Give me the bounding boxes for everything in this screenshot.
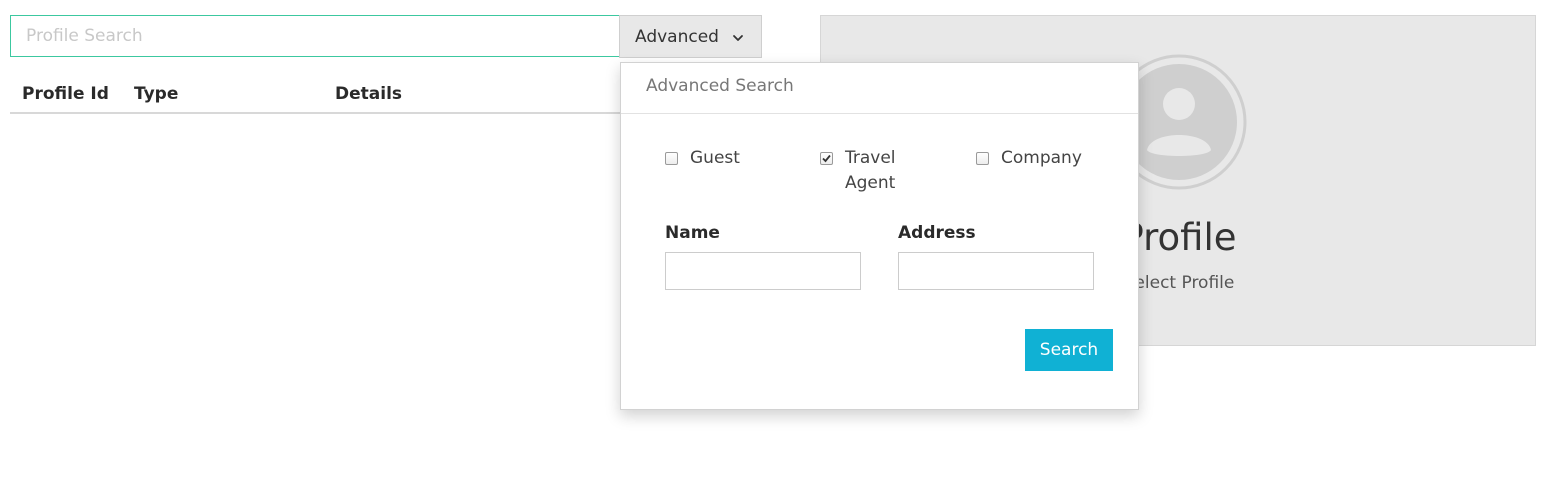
chevron-down-icon xyxy=(731,30,745,44)
name-input[interactable] xyxy=(665,252,861,290)
checkmark-icon xyxy=(822,154,831,163)
travel-agent-checkbox[interactable] xyxy=(820,152,833,165)
advanced-search-title: Advanced Search xyxy=(621,63,1138,114)
column-header-profile-id[interactable]: Profile Id xyxy=(22,84,109,104)
guest-checkbox[interactable] xyxy=(665,152,678,165)
guest-label: Guest xyxy=(690,148,740,168)
profile-search-input[interactable] xyxy=(10,15,620,57)
travel-agent-label: Travel Agent xyxy=(845,148,896,193)
filter-travel-agent[interactable]: Travel Agent xyxy=(820,148,915,196)
profile-search-page: Advanced Profile Id Type Details Profile… xyxy=(0,0,1551,479)
advanced-button[interactable]: Advanced xyxy=(619,15,762,58)
column-header-details[interactable]: Details xyxy=(335,84,402,104)
address-input[interactable] xyxy=(898,252,1094,290)
results-table-header: Profile Id Type Details xyxy=(10,80,620,114)
advanced-button-label: Advanced xyxy=(635,26,719,47)
column-header-type[interactable]: Type xyxy=(134,84,178,104)
filter-guest[interactable]: Guest xyxy=(665,148,740,171)
company-checkbox[interactable] xyxy=(976,152,989,165)
filter-company[interactable]: Company xyxy=(976,148,1082,171)
search-button[interactable]: Search xyxy=(1025,329,1113,371)
name-label: Name xyxy=(665,223,720,243)
company-label: Company xyxy=(1001,148,1082,168)
address-label: Address xyxy=(898,223,976,243)
advanced-search-dropdown: Advanced Search Guest Travel Agent Compa… xyxy=(620,62,1139,410)
